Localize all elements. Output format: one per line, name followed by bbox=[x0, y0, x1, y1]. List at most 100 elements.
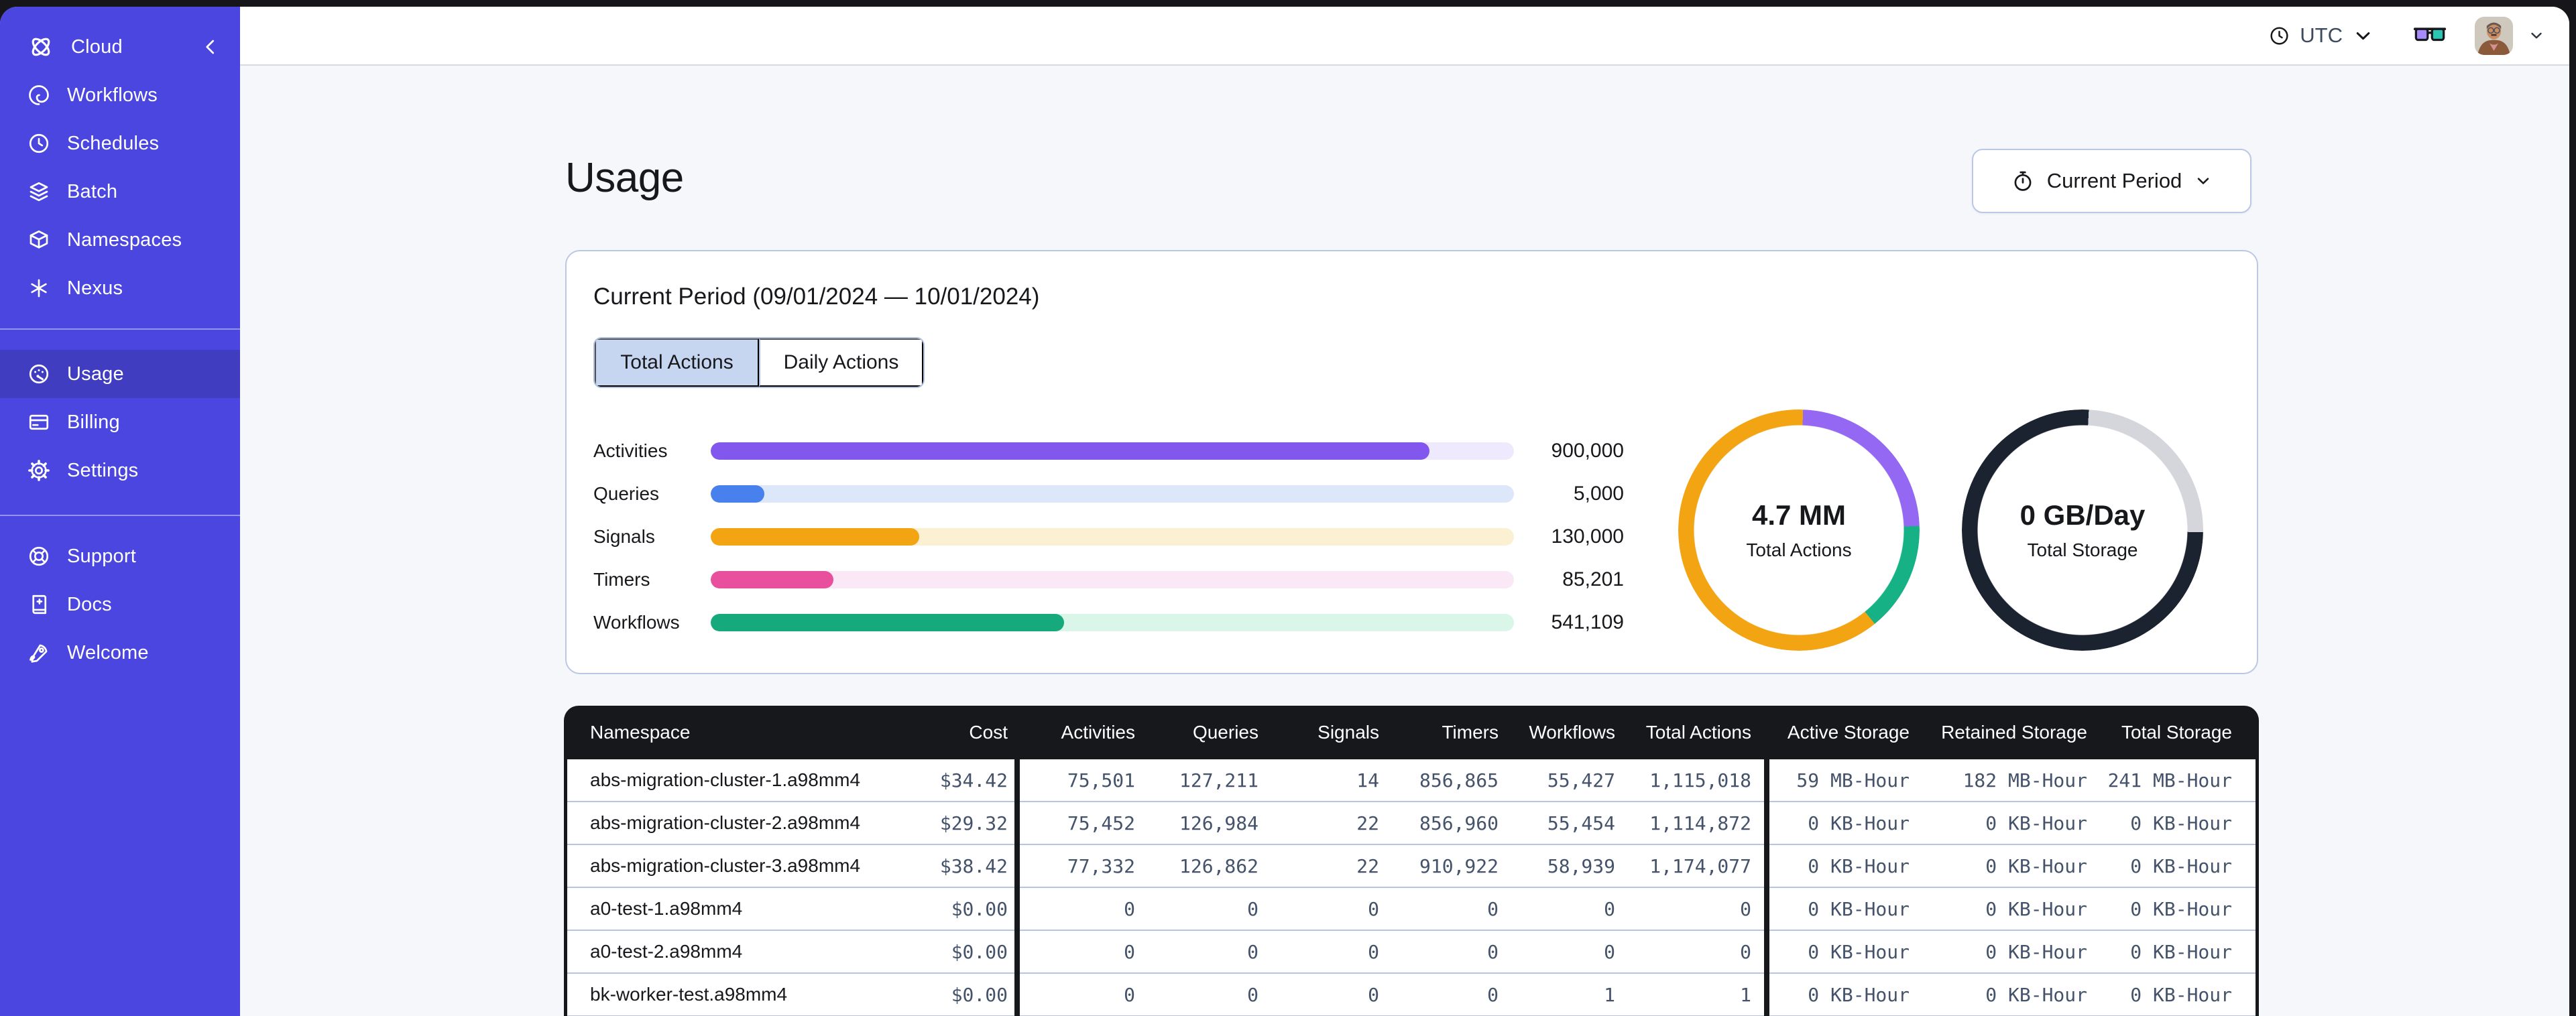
bar-fill bbox=[711, 614, 1065, 631]
cell-timers: 856,865 bbox=[1419, 769, 1499, 791]
cell-activities: 0 bbox=[1124, 940, 1135, 963]
column-header-cost: Cost bbox=[969, 722, 1008, 743]
sidebar-item-label: Docs bbox=[67, 593, 112, 615]
app-window: Cloud Workflows Schedules Batch Namespaces N… bbox=[0, 7, 2569, 1016]
cell-total_actions: 1,115,018 bbox=[1649, 769, 1751, 791]
cell-queries: 0 bbox=[1247, 897, 1258, 920]
bar-fill bbox=[711, 528, 920, 546]
chevron-left-icon[interactable] bbox=[198, 35, 223, 59]
total-storage-donut: 0 GB/Day Total Storage bbox=[1962, 409, 2203, 651]
period-dropdown-button[interactable]: Current Period bbox=[1972, 149, 2251, 213]
namespace-link[interactable]: bk-worker-test.a98mm4 bbox=[590, 984, 787, 1005]
sidebar-item-billing[interactable]: Billing bbox=[0, 398, 240, 446]
tab-daily-actions[interactable]: Daily Actions bbox=[759, 338, 923, 387]
cell-active_storage: 0 KB-Hour bbox=[1808, 983, 1910, 1006]
sidebar-item-namespaces[interactable]: Namespaces bbox=[0, 216, 240, 264]
cell-signals: 14 bbox=[1356, 769, 1379, 791]
bar-label: Timers bbox=[593, 569, 650, 590]
sidebar-item-welcome[interactable]: Welcome bbox=[0, 629, 240, 677]
cell-active_storage: 59 MB-Hour bbox=[1796, 769, 1910, 791]
schedules-icon bbox=[27, 131, 51, 155]
sidebar-nav: Workflows Schedules Batch Namespaces Nexus Us… bbox=[0, 71, 240, 677]
cell-cost: $0.00 bbox=[951, 983, 1008, 1006]
cell-namespace: a0-test-2.a98mm4 bbox=[567, 941, 876, 962]
namespace-link[interactable]: abs-migration-cluster-3.a98mm4 bbox=[590, 855, 860, 876]
table-body: abs-migration-cluster-1.a98mm4 $34.42 75,5… bbox=[567, 759, 2256, 1016]
namespace-link[interactable]: abs-migration-cluster-1.a98mm4 bbox=[590, 769, 860, 790]
cell-signals: 0 bbox=[1368, 983, 1379, 1006]
bar-track bbox=[711, 614, 1514, 631]
cell-cost: $0.00 bbox=[951, 940, 1008, 963]
cell-total_storage: 0 KB-Hour bbox=[2130, 983, 2232, 1006]
bar-label: Queries bbox=[593, 483, 660, 504]
cell-total_storage: 0 KB-Hour bbox=[2130, 812, 2232, 834]
main-area: UTC Usage Current Period Current Period … bbox=[240, 7, 2569, 1016]
bar-label: Signals bbox=[593, 526, 655, 547]
namespace-link[interactable]: abs-migration-cluster-2.a98mm4 bbox=[590, 812, 860, 833]
actions-tab-group: Total Actions Daily Actions bbox=[593, 337, 925, 388]
cell-activities: 77,332 bbox=[1067, 854, 1135, 877]
sidebar-logo[interactable]: Cloud bbox=[0, 23, 240, 71]
cell-active_storage: 0 KB-Hour bbox=[1808, 940, 1910, 963]
sidebar-item-label: Settings bbox=[67, 459, 139, 481]
cell-activities: 0 bbox=[1124, 983, 1135, 1006]
sidebar-item-settings[interactable]: Settings bbox=[0, 446, 240, 495]
temporal-logo-icon bbox=[27, 33, 55, 61]
bar-row-activities: Activities 900,000 bbox=[593, 430, 1624, 472]
bar-row-workflows: Workflows 541,109 bbox=[593, 601, 1624, 644]
sidebar-item-label: Welcome bbox=[67, 641, 149, 663]
cell-total_storage: 0 KB-Hour bbox=[2130, 897, 2232, 920]
bar-track bbox=[711, 571, 1514, 588]
table-section-divider bbox=[1014, 759, 1020, 1016]
cell-active_storage: 0 KB-Hour bbox=[1808, 854, 1910, 877]
cell-activities: 75,501 bbox=[1067, 769, 1135, 791]
cell-retained_storage: 0 KB-Hour bbox=[1985, 854, 2087, 877]
avatar[interactable] bbox=[2475, 16, 2513, 55]
cell-namespace: a0-test-1.a98mm4 bbox=[567, 898, 876, 919]
tab-total-actions[interactable]: Total Actions bbox=[595, 338, 759, 387]
bar-value: 541,109 bbox=[1551, 611, 1624, 633]
cell-timers: 0 bbox=[1487, 940, 1499, 963]
bar-label: Workflows bbox=[593, 612, 680, 633]
bar-fill bbox=[711, 485, 765, 503]
cell-namespace: abs-migration-cluster-3.a98mm4 bbox=[567, 855, 876, 877]
table-row: abs-migration-cluster-2.a98mm4 $29.32 75,4… bbox=[567, 802, 2256, 845]
cell-workflows: 0 bbox=[1604, 897, 1615, 920]
cell-timers: 0 bbox=[1487, 897, 1499, 920]
chevron-down-icon[interactable] bbox=[2528, 27, 2545, 44]
sidebar-item-label: Schedules bbox=[67, 132, 160, 154]
cell-namespace: bk-worker-test.a98mm4 bbox=[567, 984, 876, 1005]
namespace-usage-table: Namespace Cost Activities Queries Signals Tim… bbox=[564, 706, 2259, 1016]
sidebar-item-workflows[interactable]: Workflows bbox=[0, 71, 240, 119]
cell-queries: 126,984 bbox=[1179, 812, 1258, 834]
namespace-link[interactable]: a0-test-1.a98mm4 bbox=[590, 898, 742, 919]
table-row: a0-test-2.a98mm4 $0.00 0 0 0 0 0 0 0 KB-Hour 0 KB… bbox=[567, 931, 2256, 974]
column-header-total_actions: Total Actions bbox=[1645, 722, 1751, 743]
sidebar-item-batch[interactable]: Batch bbox=[0, 168, 240, 216]
cell-workflows: 58,939 bbox=[1547, 854, 1615, 877]
namespace-link[interactable]: a0-test-2.a98mm4 bbox=[590, 941, 742, 962]
cell-namespace: abs-migration-cluster-1.a98mm4 bbox=[567, 769, 876, 791]
cell-total_actions: 0 bbox=[1740, 897, 1751, 920]
sidebar-logo-label: Cloud bbox=[71, 36, 123, 58]
glasses-icon[interactable] bbox=[2413, 24, 2447, 47]
sidebar-item-nexus[interactable]: Nexus bbox=[0, 264, 240, 312]
cell-total_actions: 1,174,077 bbox=[1649, 854, 1751, 877]
donut-sublabel: Total Storage bbox=[2027, 539, 2138, 560]
clock-icon bbox=[2268, 25, 2290, 47]
sidebar-item-schedules[interactable]: Schedules bbox=[0, 119, 240, 168]
cell-workflows: 1 bbox=[1604, 983, 1615, 1006]
sidebar-item-usage[interactable]: Usage bbox=[0, 350, 240, 398]
cell-timers: 856,960 bbox=[1419, 812, 1499, 834]
sidebar-item-label: Workflows bbox=[67, 84, 158, 106]
column-header-signals: Signals bbox=[1318, 722, 1379, 743]
column-header-active_storage: Active Storage bbox=[1787, 722, 1910, 743]
sidebar-item-support[interactable]: Support bbox=[0, 532, 240, 580]
support-icon bbox=[27, 544, 51, 568]
timezone-selector[interactable]: UTC bbox=[2268, 23, 2374, 48]
sidebar-item-docs[interactable]: Docs bbox=[0, 580, 240, 629]
table-header-row: Namespace Cost Activities Queries Signals Tim… bbox=[567, 706, 2256, 759]
donut-value: 0 GB/Day bbox=[2019, 499, 2146, 531]
timezone-label: UTC bbox=[2300, 23, 2343, 47]
cell-total_actions: 0 bbox=[1740, 940, 1751, 963]
